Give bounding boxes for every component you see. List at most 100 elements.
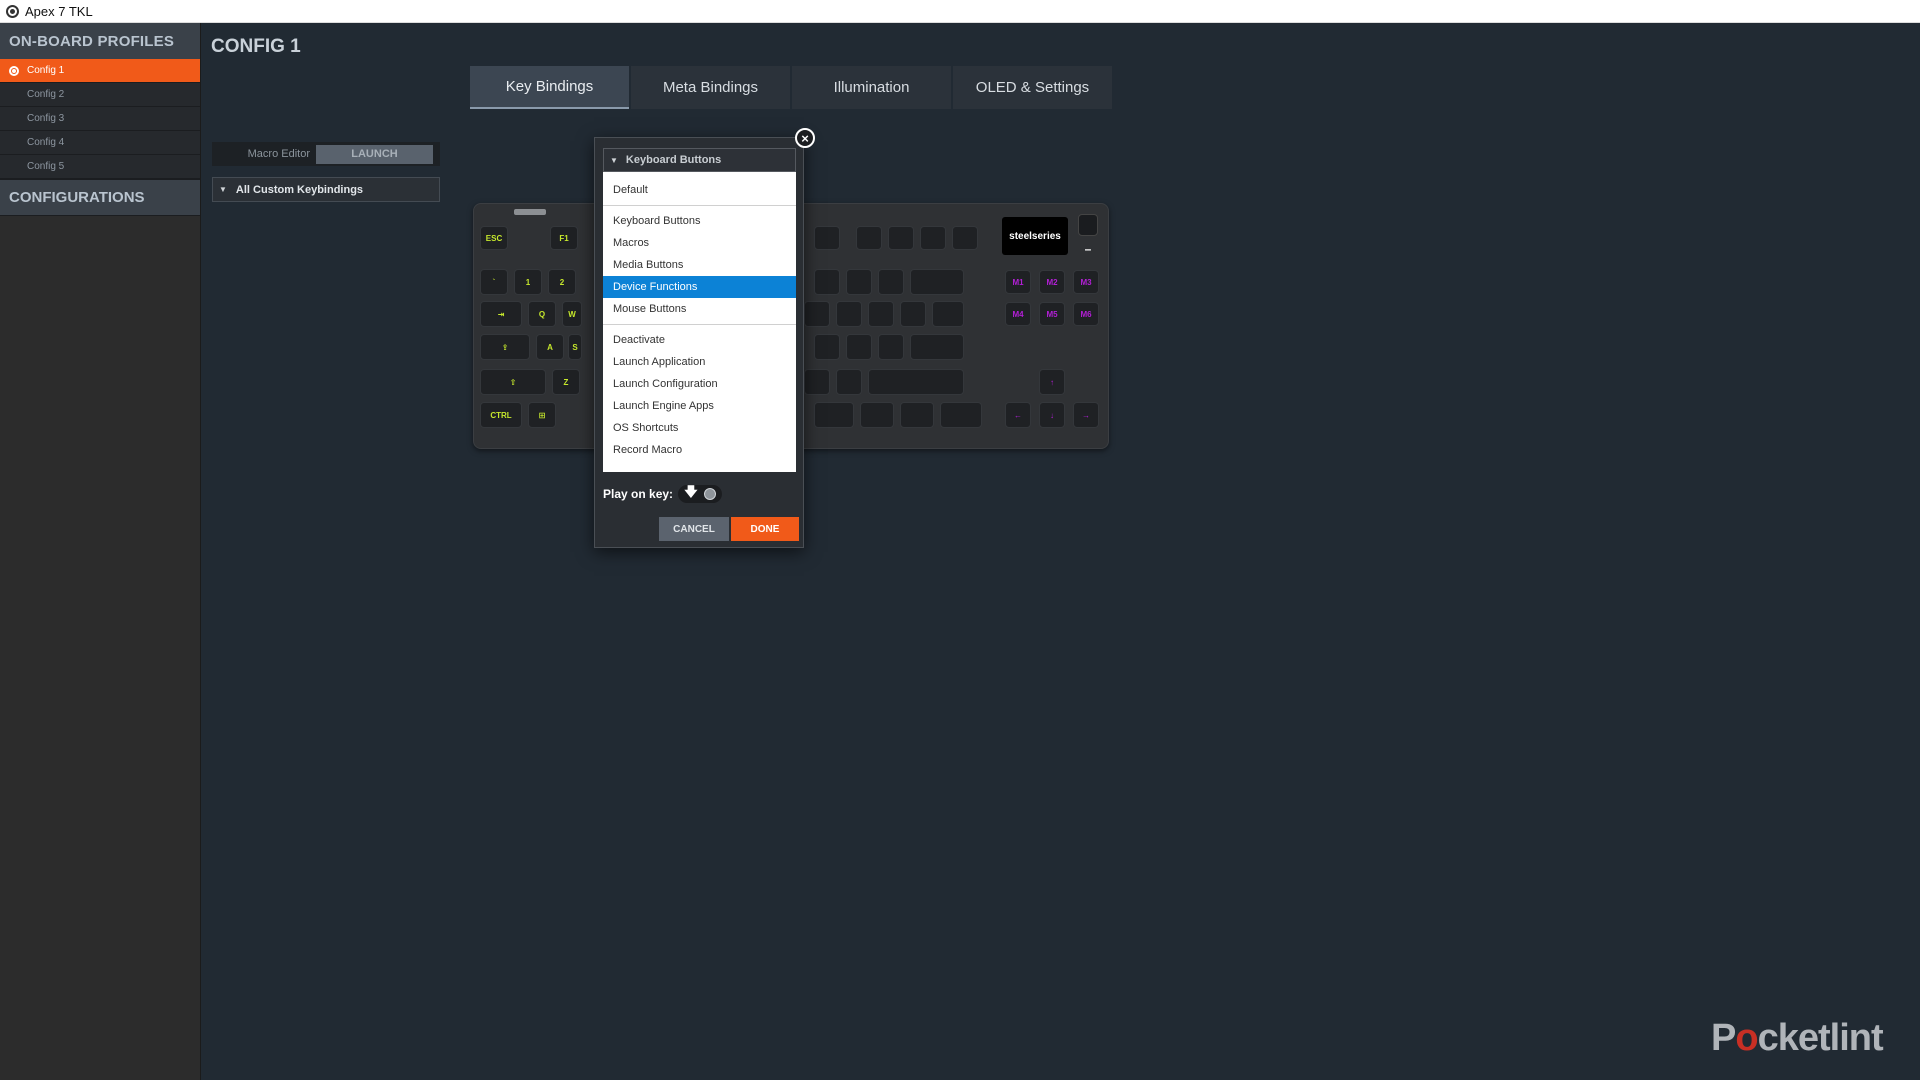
option-media-buttons[interactable]: Media Buttons (603, 254, 796, 276)
key[interactable] (888, 226, 914, 250)
option-macros[interactable]: Macros (603, 232, 796, 254)
macro-key-m6[interactable]: M6 (1073, 302, 1099, 326)
key[interactable] (804, 301, 830, 327)
arrow-up-key[interactable]: ↑ (1039, 369, 1065, 395)
key[interactable] (900, 301, 926, 327)
configurations-header[interactable]: CONFIGURATIONS (0, 179, 200, 216)
key[interactable] (932, 301, 964, 327)
key-capslock[interactable]: ⇪ (480, 334, 530, 360)
tab-illumination[interactable]: Illumination (792, 66, 951, 109)
key-enter[interactable] (910, 334, 964, 360)
keybindings-select-label: All Custom Keybindings (235, 183, 364, 196)
key-rshift[interactable] (868, 369, 964, 395)
close-icon[interactable]: × (795, 128, 815, 148)
key[interactable] (814, 402, 854, 428)
key[interactable] (804, 369, 830, 395)
option-launch-configuration[interactable]: Launch Configuration (603, 373, 796, 395)
key[interactable] (836, 301, 862, 327)
key-win[interactable]: ⊞ (528, 402, 556, 428)
cancel-button[interactable]: CANCEL (659, 517, 729, 541)
tab-meta-bindings[interactable]: Meta Bindings (631, 66, 790, 109)
launch-button[interactable]: LAUNCH (316, 144, 433, 164)
macro-key-m1[interactable]: M1 (1005, 270, 1031, 294)
macro-editor-bar: Macro Editor LAUNCH (212, 142, 440, 166)
triangle-down-icon: ▼ (610, 155, 618, 165)
key-s[interactable]: S (568, 334, 582, 360)
key[interactable] (846, 334, 872, 360)
arrow-left-key[interactable]: ← (1005, 402, 1031, 428)
key-q[interactable]: Q (528, 301, 556, 327)
arrow-right-key[interactable]: → (1073, 402, 1099, 428)
macro-key-m3[interactable]: M3 (1073, 270, 1099, 294)
dropdown-header-label: Keyboard Buttons (625, 154, 722, 166)
macro-key-m4[interactable]: M4 (1005, 302, 1031, 326)
profile-label: Config 2 (27, 89, 65, 100)
play-on-key-toggle[interactable]: 🡇 (678, 484, 723, 503)
profile-item-config-3[interactable]: Config 3 (0, 107, 200, 131)
title-bar: Apex 7 TKL (0, 0, 1920, 23)
key-f1[interactable]: F1 (550, 226, 578, 250)
tab-oled-settings[interactable]: OLED & Settings (953, 66, 1112, 109)
key-backtick[interactable]: ` (480, 269, 508, 295)
binding-type-dropdown[interactable]: ▼ Keyboard Buttons (603, 148, 796, 172)
option-keyboard-buttons[interactable]: Keyboard Buttons (603, 210, 796, 232)
esc-led (514, 209, 546, 215)
profile-label: Config 4 (27, 137, 65, 148)
key[interactable] (814, 269, 840, 295)
key-lshift[interactable]: ⇧ (480, 369, 546, 395)
key-2[interactable]: 2 (548, 269, 576, 295)
keybindings-select[interactable]: ▼ All Custom Keybindings (212, 177, 440, 202)
key-1[interactable]: 1 (514, 269, 542, 295)
option-record-macro[interactable]: Record Macro (603, 439, 796, 461)
key[interactable] (868, 301, 894, 327)
option-launch-engine-apps[interactable]: Launch Engine Apps (603, 395, 796, 417)
option-launch-application[interactable]: Launch Application (603, 351, 796, 373)
key-tab[interactable]: ⇥ (480, 301, 522, 327)
option-mouse-buttons[interactable]: Mouse Buttons (603, 298, 796, 320)
macro-key-m5[interactable]: M5 (1039, 302, 1065, 326)
done-button[interactable]: DONE (731, 517, 799, 541)
profile-item-config-4[interactable]: Config 4 (0, 131, 200, 155)
arrow-down-key[interactable]: ↓ (1039, 402, 1065, 428)
window-title: Apex 7 TKL (25, 3, 93, 19)
profile-item-config-5[interactable]: Config 5 (0, 155, 200, 179)
key[interactable] (940, 402, 982, 428)
down-arrow-icon: 🡇 (684, 484, 698, 499)
key[interactable] (878, 269, 904, 295)
key-a[interactable]: A (536, 334, 564, 360)
key-z[interactable]: Z (552, 369, 580, 395)
key[interactable] (856, 226, 882, 250)
app-icon (6, 4, 19, 18)
watermark-logo: Pocketlint (1711, 1017, 1884, 1060)
tab-key-bindings[interactable]: Key Bindings (470, 66, 629, 109)
key-w[interactable]: W (562, 301, 582, 327)
key[interactable] (836, 369, 862, 395)
option-deactivate[interactable]: Deactivate (603, 329, 796, 351)
triangle-down-icon: ▼ (219, 185, 227, 194)
option-os-shortcuts[interactable]: OS Shortcuts (603, 417, 796, 439)
macro-key-m2[interactable]: M2 (1039, 270, 1065, 294)
circle-icon (703, 488, 716, 500)
key[interactable] (952, 226, 978, 250)
key[interactable] (846, 269, 872, 295)
key[interactable] (900, 402, 934, 428)
profile-item-config-2[interactable]: Config 2 (0, 83, 200, 107)
key[interactable] (814, 226, 840, 250)
key-esc[interactable]: ESC (480, 226, 508, 250)
key-ctrl[interactable]: CTRL (480, 402, 522, 428)
onboard-profiles-header: ON-BOARD PROFILES (0, 23, 200, 59)
profile-label: Config 3 (27, 113, 65, 124)
key[interactable] (878, 334, 904, 360)
key-backspace[interactable] (910, 269, 964, 295)
sidebar: ON-BOARD PROFILES Config 1 Config 2 Conf… (0, 23, 201, 1080)
profile-label: Config 1 (27, 65, 65, 76)
key[interactable] (814, 334, 840, 360)
option-device-functions[interactable]: Device Functions (603, 276, 796, 298)
key[interactable] (860, 402, 894, 428)
profile-item-config-1[interactable]: Config 1 (0, 59, 200, 83)
volume-knob[interactable] (1078, 214, 1098, 236)
key[interactable] (920, 226, 946, 250)
minus-key[interactable]: – (1078, 242, 1098, 256)
tab-bar: Key Bindings Meta Bindings Illumination … (470, 66, 1114, 109)
option-default[interactable]: Default (603, 179, 796, 201)
